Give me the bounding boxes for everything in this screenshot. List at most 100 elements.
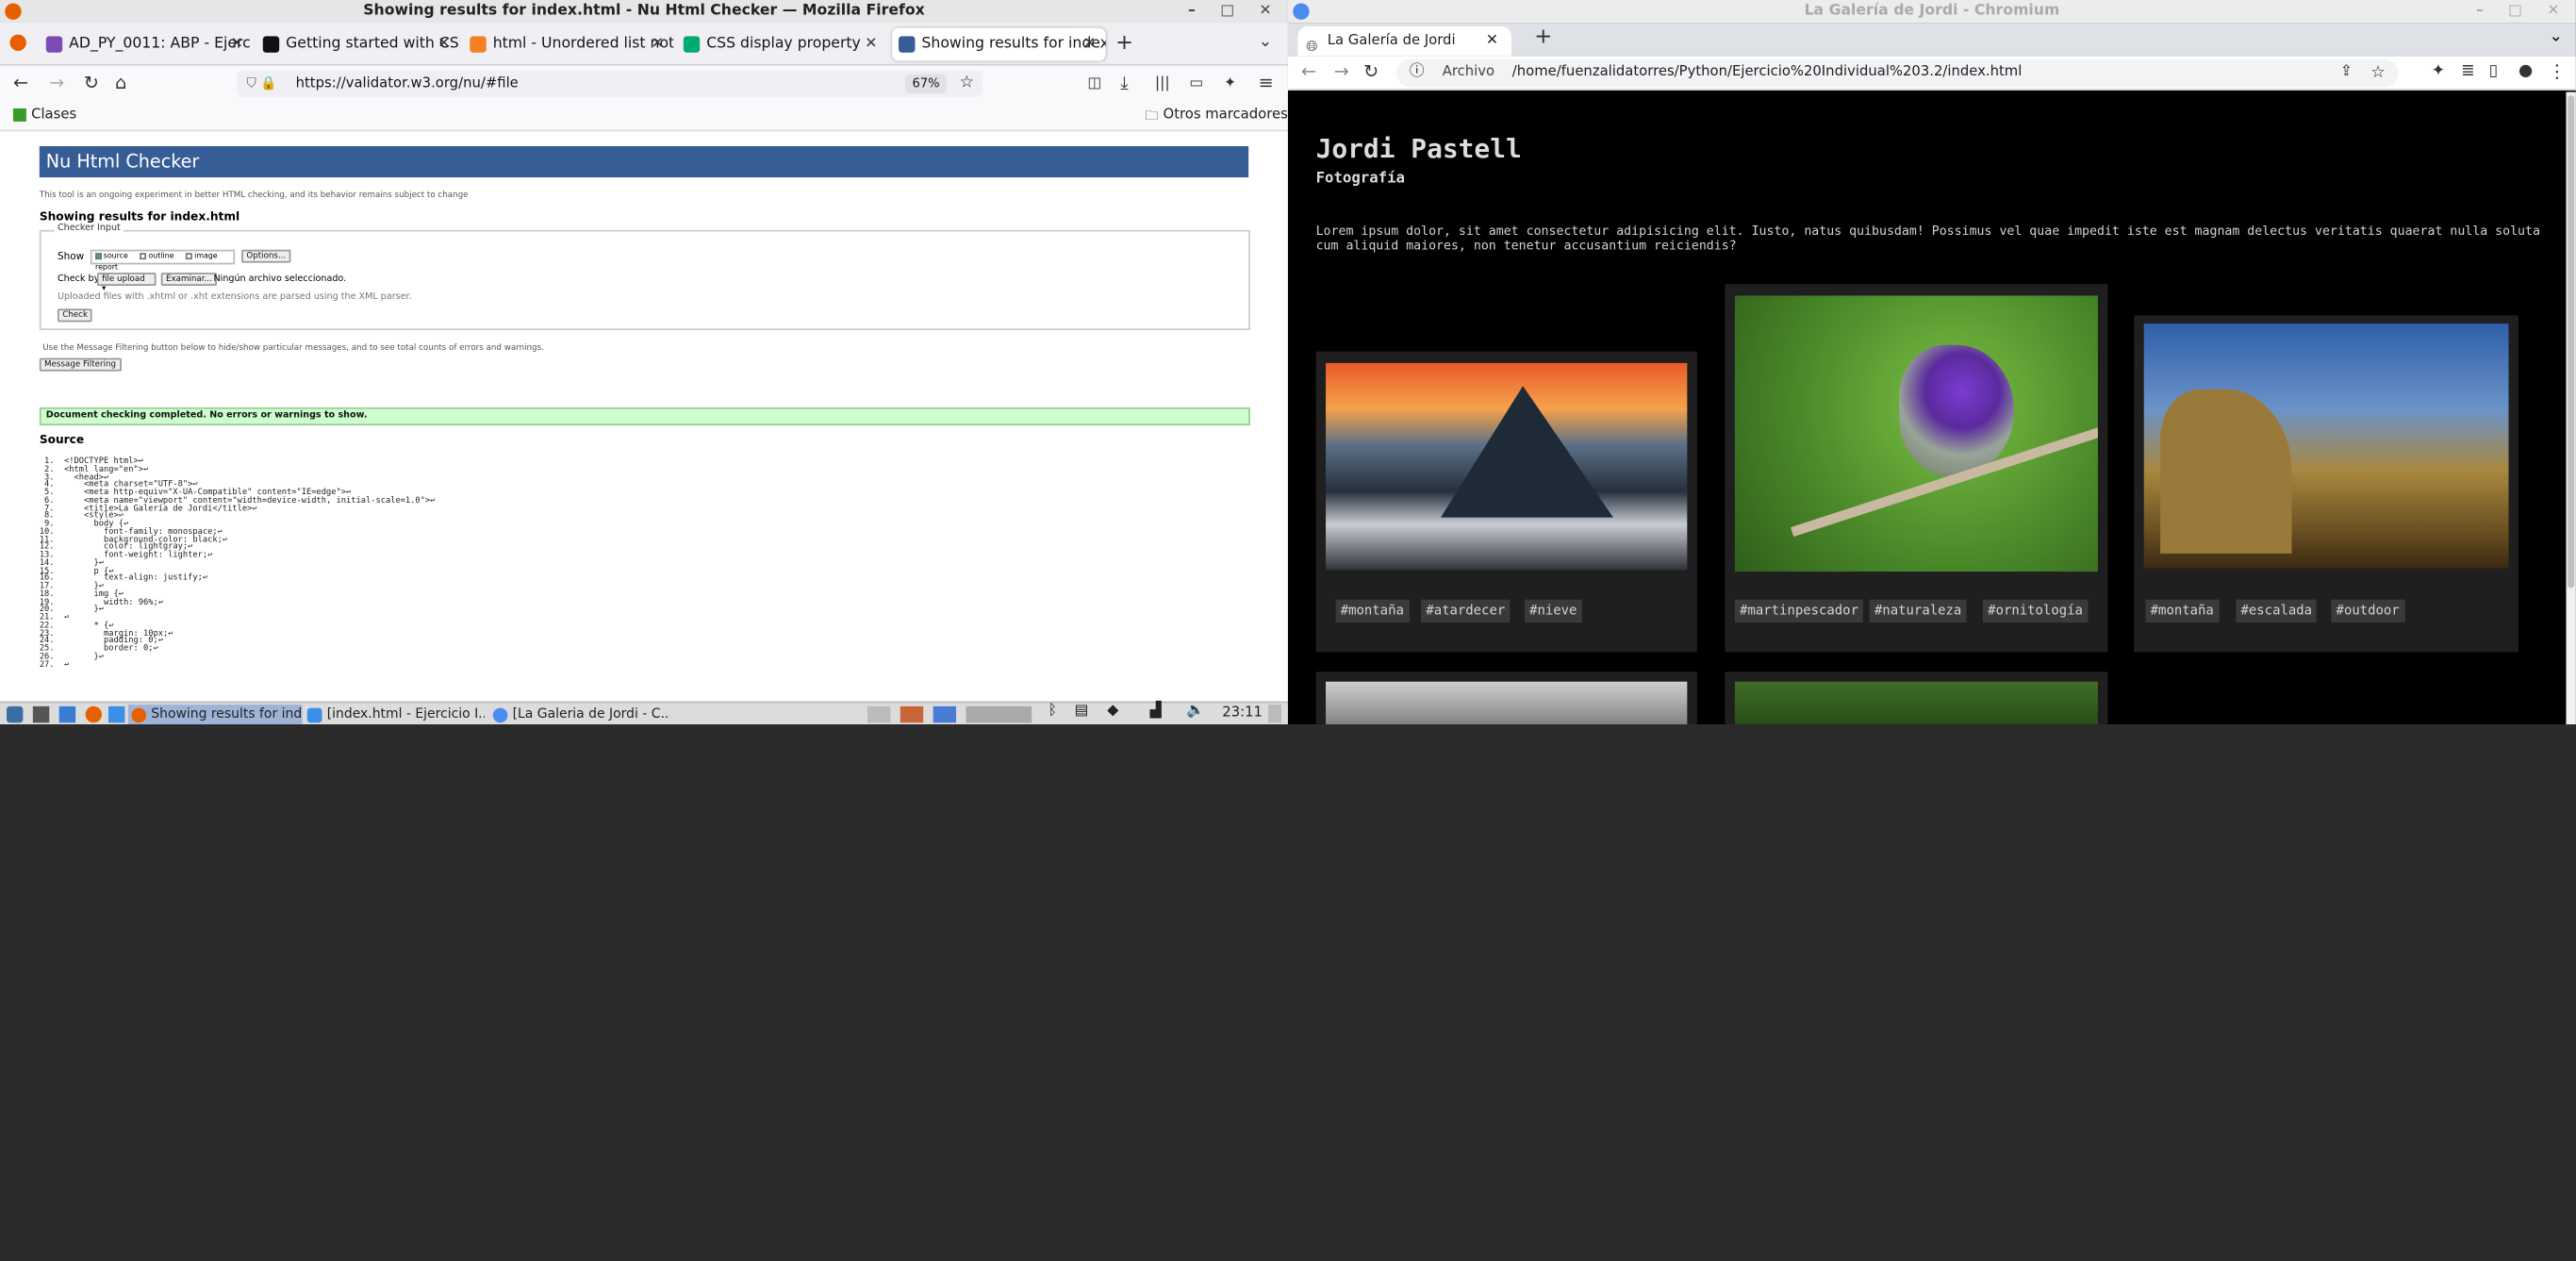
workspace-3[interactable] (933, 705, 957, 723)
tag-chip: #outdoor (2331, 599, 2404, 623)
taskbar-item-firefox[interactable]: Showing results for ind... (127, 705, 303, 725)
firefox-launcher-icon[interactable] (85, 705, 103, 723)
new-tab-button[interactable]: + (1534, 25, 1552, 49)
show-options-group: source outline image report (90, 249, 236, 273)
scrollbar[interactable] (2566, 91, 2576, 725)
experiment-note: This tool is an ongoing experiment in be… (39, 191, 469, 201)
tab-css-getting-started[interactable]: Getting started with CSS ✕ (256, 28, 460, 61)
url-text: https://validator.w3.org/nu/#file (295, 75, 519, 92)
forward-icon[interactable]: → (49, 73, 64, 95)
taskbar-item-vscode[interactable]: [index.html - Ejercicio I... (304, 705, 485, 724)
media-icon[interactable]: ≣ (2461, 60, 2475, 83)
extensions-icon[interactable]: ✦ (2432, 60, 2446, 83)
tab-stackoverflow[interactable]: html - Unordered list not ✕ (463, 28, 673, 61)
back-icon[interactable]: ← (13, 73, 28, 95)
back-icon[interactable]: ← (1301, 60, 1316, 83)
zoom-level[interactable]: 67% (905, 74, 947, 94)
tab-list-chevron-icon[interactable]: ⌄ (1259, 33, 1273, 51)
menu-icon[interactable]: ⋮ (2548, 60, 2566, 83)
chromium-window-title: La Galería de Jordi - Chromium (1804, 3, 2060, 20)
close-icon[interactable]: ✕ (1486, 26, 1498, 56)
bookmarks-bar: Clases 🗀 Otros marcadores (0, 101, 1288, 132)
bookmark-star-icon[interactable]: ☆ (2370, 59, 2386, 88)
extensions-icon[interactable]: ✦ (1224, 73, 1236, 95)
tab-validator[interactable]: Showing results for index ✕ (892, 27, 1106, 61)
terminal-icon[interactable] (32, 705, 50, 723)
firefox-navbar: ← → ↻ ⌂ ⛉ 🔒 https://validator.w3.org/nu/… (0, 65, 1288, 102)
clipboard-icon[interactable]: ▤ (1074, 703, 1088, 719)
show-desktop-button[interactable] (1268, 705, 1281, 723)
reload-icon[interactable]: ↻ (84, 73, 99, 95)
taskbar-item-label: [La Galeria de Jordi - C... (512, 705, 670, 722)
side-panel-icon[interactable]: ▯ (2489, 60, 2499, 83)
clock[interactable]: 23:11 (1222, 705, 1263, 721)
firefox-window: Showing results for index.html - Nu Html… (0, 0, 1288, 702)
outline-checkbox[interactable] (140, 252, 147, 259)
info-icon[interactable]: ⓘ (1410, 59, 1425, 88)
taskbar-item-chromium[interactable]: [La Galeria de Jordi - C... (489, 705, 670, 724)
reader-icon[interactable]: ▭ (1189, 73, 1203, 95)
close-icon[interactable]: ✕ (1083, 28, 1096, 61)
bookmark-star-icon[interactable]: ☆ (960, 71, 975, 97)
bluetooth-icon[interactable]: ᛒ (1049, 703, 1057, 719)
bookmark-clases[interactable]: Clases (31, 107, 76, 123)
download-icon[interactable]: ⤓ (1120, 73, 1128, 95)
close-icon[interactable]: ✕ (231, 28, 243, 61)
tag-chip: #nieve (1524, 599, 1582, 623)
show-label: Show (57, 251, 85, 263)
tab-w3schools[interactable]: CSS display property ✕ (677, 28, 887, 61)
validator-page: Nu Html Checker This tool is an ongoing … (0, 133, 1288, 702)
other-bookmarks[interactable]: Otros marcadores (1164, 107, 1288, 123)
image-report-checkbox[interactable] (186, 252, 193, 259)
home-icon[interactable]: ⌂ (115, 73, 126, 95)
shield-icon[interactable]: ◆ (1107, 703, 1118, 719)
close-icon[interactable]: ✕ (865, 28, 877, 61)
gallery-card (1315, 672, 1697, 725)
bw-photo (1326, 681, 1688, 725)
check-by-select[interactable]: file upload ▾ (96, 273, 157, 294)
tab-galeria[interactable]: 🌐︎ La Galería de Jordi ✕ (1297, 25, 1511, 57)
network-icon[interactable]: ▟ (1150, 703, 1162, 719)
address-bar[interactable]: ⛉ 🔒 https://validator.w3.org/nu/#file 67… (236, 70, 983, 97)
options-button[interactable]: Options... (241, 249, 291, 263)
vscode-launcher-icon[interactable] (107, 705, 125, 723)
volume-icon[interactable]: 🔈 (1186, 703, 1205, 719)
hummingbird-photo (1734, 295, 2098, 572)
forward-icon[interactable]: → (1334, 60, 1349, 83)
close-icon[interactable]: ✕ (652, 28, 664, 61)
tag-chip: #escalada (2236, 599, 2318, 623)
window-controls[interactable]: – □ ✕ (2476, 0, 2569, 23)
workspace-1[interactable] (867, 705, 891, 723)
message-filtering-button[interactable]: Message Filtering (39, 357, 122, 372)
check-button[interactable]: Check (57, 308, 93, 323)
profile-icon[interactable]: ● (2518, 60, 2533, 83)
firefox-view-icon[interactable] (9, 34, 26, 51)
no-file-text: Ningún archivo seleccionado. (213, 274, 347, 285)
firefox-tab-strip: AD_PY_0011: ABP - Ejerc ✕ Getting started… (0, 23, 1288, 66)
source-heading: Source (39, 433, 85, 447)
share-icon[interactable]: ⇪ (2340, 59, 2353, 88)
reload-icon[interactable]: ↻ (1363, 60, 1379, 83)
source-code: 1. <!DOCTYPE html>↩ 2. <html lang="en">↩… (39, 456, 436, 670)
browse-button[interactable]: Examinar... (160, 273, 218, 287)
library-icon[interactable]: ||| (1155, 73, 1170, 95)
page-subtitle: Fotografía (1315, 171, 1405, 188)
workspace-2[interactable] (900, 705, 924, 723)
start-menu-icon[interactable] (6, 705, 24, 723)
tab-abp[interactable]: AD_PY_0011: ABP - Ejerc ✕ (40, 28, 253, 61)
gallery-card: #montaña #escalada #outdoor (2134, 315, 2518, 653)
source-checkbox[interactable] (95, 252, 103, 259)
menu-icon[interactable]: ≡ (1259, 73, 1274, 95)
scrollbar-thumb[interactable] (2568, 95, 2575, 589)
tag-chip: #montaña (2145, 599, 2220, 623)
close-icon[interactable]: ✕ (438, 28, 450, 61)
new-tab-button[interactable]: + (1115, 31, 1133, 56)
window-controls[interactable]: – □ ✕ (1188, 0, 1281, 23)
page-title: Nu Html Checker (39, 145, 1249, 178)
tab-label: AD_PY_0011: ABP - Ejerc (69, 36, 251, 53)
tab-search-chevron-icon[interactable]: ⌄ (2549, 28, 2563, 46)
pocket-icon[interactable]: ◫ (1087, 73, 1101, 95)
address-bar[interactable]: ⓘ Archivo /home/fuenzalidatorres/Python/… (1395, 58, 2399, 88)
moodle-icon (45, 36, 63, 53)
files-icon[interactable] (58, 705, 76, 723)
